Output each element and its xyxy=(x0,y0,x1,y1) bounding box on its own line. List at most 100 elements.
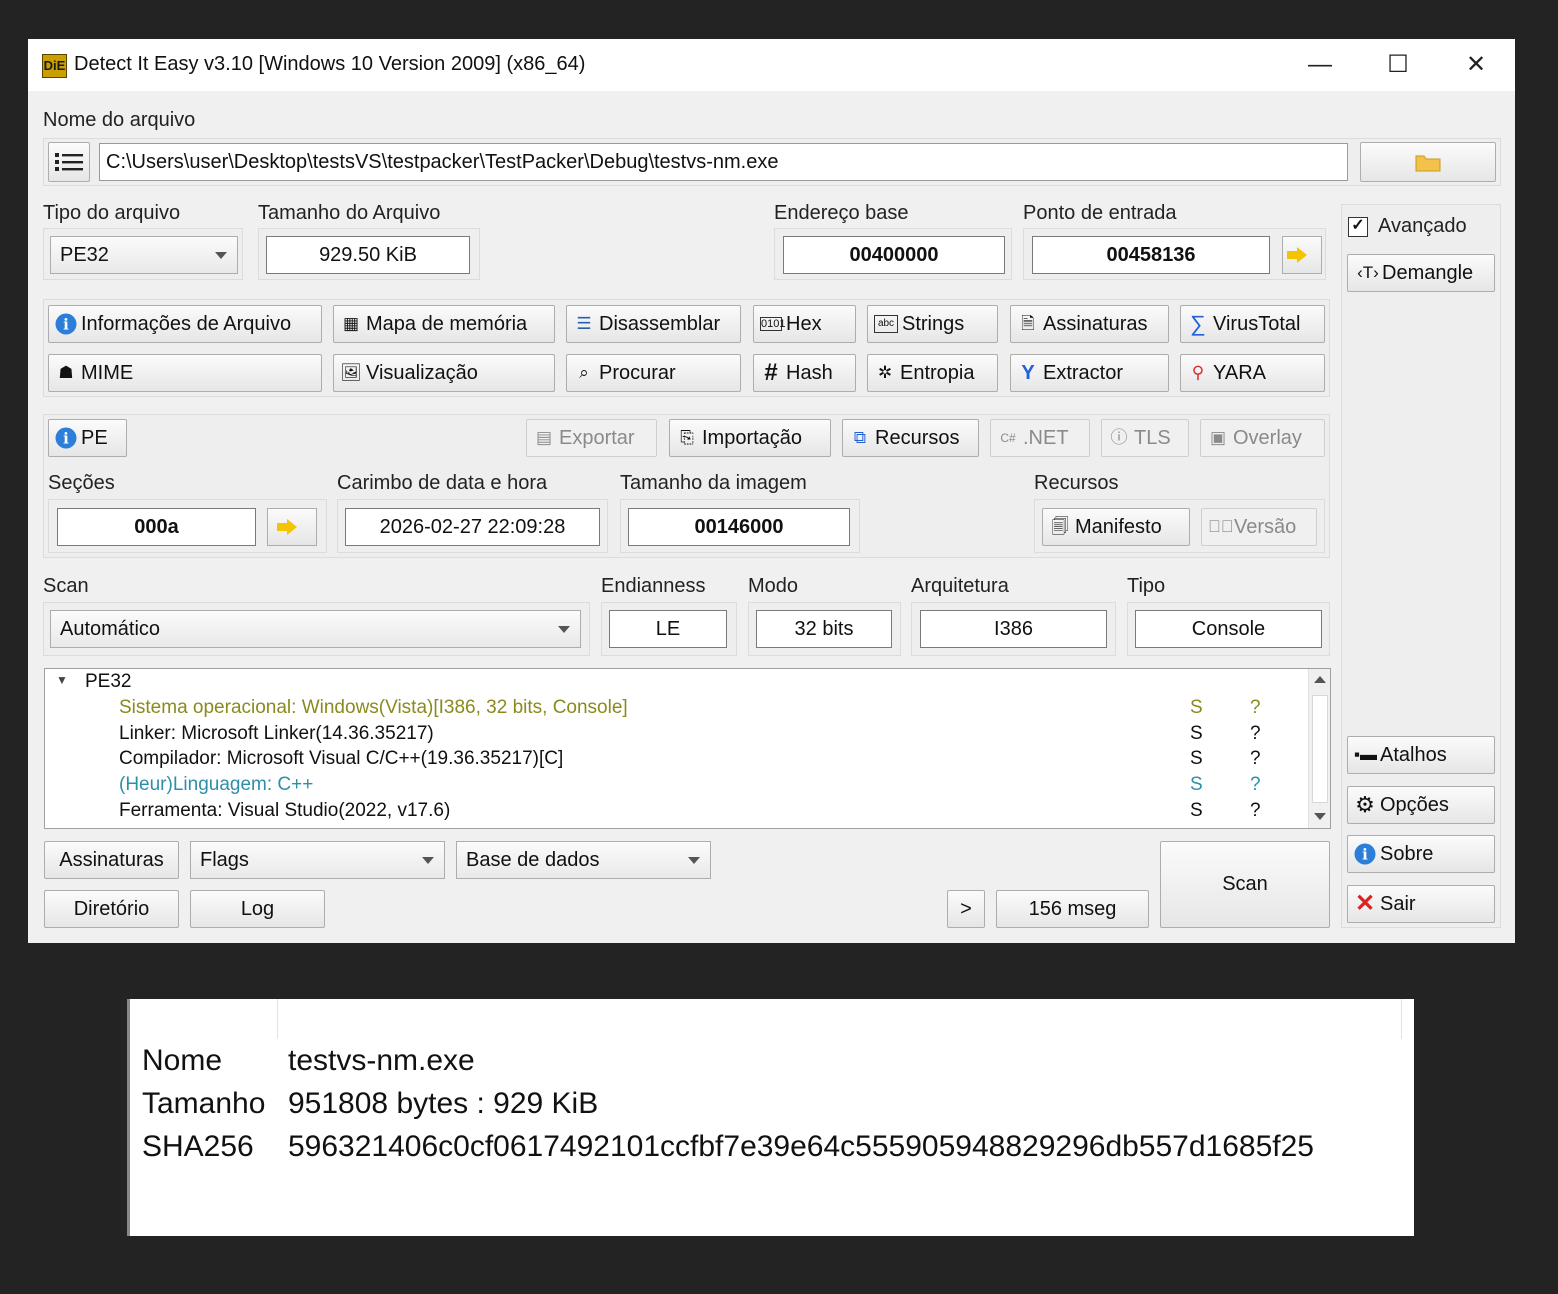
window-title: Detect It Easy v3.10 [Windows 10 Version… xyxy=(74,53,586,75)
extractor-button[interactable]: Y Extractor xyxy=(1010,354,1169,392)
shortcuts-button[interactable]: ▪▬ Atalhos xyxy=(1347,736,1495,774)
sections-goto-button[interactable] xyxy=(267,508,317,546)
search-label: Procurar xyxy=(599,361,676,384)
entry-point-label: Ponto de entrada xyxy=(1023,202,1177,224)
about-button[interactable]: i Sobre xyxy=(1347,835,1495,873)
pe-button[interactable]: i PE xyxy=(48,419,127,457)
scroll-thumb[interactable] xyxy=(1312,695,1328,803)
virustotal-button[interactable]: ∑ VirusTotal xyxy=(1180,305,1325,343)
more-button[interactable]: > xyxy=(947,890,985,928)
image-size-label: Tamanho da imagem xyxy=(620,472,807,494)
signatures-button[interactable]: 🗎 Assinaturas xyxy=(1010,305,1169,343)
manifest-button[interactable]: 🗐 Manifesto xyxy=(1042,508,1190,546)
strings-button[interactable]: abc Strings xyxy=(867,305,998,343)
chevron-down-icon xyxy=(215,252,227,259)
result-row[interactable]: Ferramenta: Visual Studio(2022, v17.6) xyxy=(119,800,450,822)
log-button[interactable]: Log xyxy=(190,890,325,928)
image-size-value: 00146000 xyxy=(628,508,850,546)
minimize-button[interactable]: — xyxy=(1290,45,1350,85)
mime-label: MIME xyxy=(81,361,134,384)
entropy-button[interactable]: ✲ Entropia xyxy=(867,354,998,392)
directory-button[interactable]: Diretório xyxy=(44,890,179,928)
result-signature-flag[interactable]: S xyxy=(1190,748,1203,770)
flags-select[interactable]: Flags xyxy=(190,841,445,879)
file-type-value: PE32 xyxy=(60,243,109,266)
hex-icon: 0101 xyxy=(760,317,786,331)
type-value: Console xyxy=(1135,610,1322,648)
tree-expand-icon[interactable]: ▼ xyxy=(56,673,68,687)
about-label: Sobre xyxy=(1380,842,1434,865)
file-path-input[interactable]: C:\Users\user\Desktop\testsVS\testpacker… xyxy=(99,143,1348,181)
scan-button[interactable]: Scan xyxy=(1160,841,1330,928)
results-scrollbar[interactable] xyxy=(1308,669,1330,828)
result-row[interactable]: (Heur)Linguagem: C++ xyxy=(119,774,313,796)
result-info-flag[interactable]: ? xyxy=(1250,723,1261,745)
export-label: Exportar xyxy=(559,426,635,449)
advanced-checkbox[interactable]: ✓ Avançado xyxy=(1348,215,1467,238)
pe-label: PE xyxy=(81,426,108,449)
result-signature-flag[interactable]: S xyxy=(1190,723,1203,745)
close-button[interactable]: ✕ xyxy=(1446,45,1506,85)
card-size-value: 951808 bytes : 929 KiB xyxy=(288,1087,599,1120)
dotnet-label: .NET xyxy=(1023,426,1069,449)
import-button[interactable]: ⎘ Importação xyxy=(669,419,831,457)
scan-mode-select[interactable]: Automático xyxy=(50,610,581,648)
yara-button[interactable]: ⚲ YARA xyxy=(1180,354,1325,392)
svg-text:i: i xyxy=(63,316,69,334)
virustotal-icon: ∑ xyxy=(1190,311,1206,336)
file-menu-button[interactable] xyxy=(48,142,90,182)
result-signature-flag[interactable]: S xyxy=(1190,774,1203,796)
options-button[interactable]: ⚙ Opções xyxy=(1347,786,1495,824)
strings-icon: abc xyxy=(874,315,898,333)
app-logo-icon: DiE xyxy=(42,54,67,78)
memory-chip-icon: ▦ xyxy=(342,314,360,333)
exit-button[interactable]: ✕ Sair xyxy=(1347,885,1495,923)
resources-button[interactable]: ⧉ Recursos xyxy=(842,419,979,457)
version-label: Versão xyxy=(1234,515,1297,538)
tls-button[interactable]: ⓘ TLS xyxy=(1101,419,1189,457)
card-sha256-value: 596321406c0cf0617492101ccfbf7e39e64c5559… xyxy=(288,1130,1314,1163)
overlay-button[interactable]: ▣ Overlay xyxy=(1200,419,1325,457)
list-icon xyxy=(55,153,83,171)
signatures-bottom-button[interactable]: Assinaturas xyxy=(44,841,179,879)
sections-value: 000a xyxy=(57,508,256,546)
file-type-select[interactable]: PE32 xyxy=(50,236,238,274)
manifest-icon: 🗐 xyxy=(1051,517,1069,536)
result-signature-flag[interactable]: S xyxy=(1190,800,1203,822)
entropy-label: Entropia xyxy=(900,361,975,384)
version-button[interactable]: ✓⃝ Versão xyxy=(1201,508,1317,546)
disassemble-button[interactable]: ☰ Disassemblar xyxy=(566,305,741,343)
result-signature-flag[interactable]: S xyxy=(1190,697,1203,719)
memory-map-button[interactable]: ▦ Mapa de memória xyxy=(333,305,555,343)
result-info-flag[interactable]: ? xyxy=(1250,774,1261,796)
dotnet-button[interactable]: C# .NET xyxy=(990,419,1090,457)
tree-root-pe32[interactable]: PE32 xyxy=(85,671,131,693)
file-info-button[interactable]: i Informações de Arquivo xyxy=(48,305,322,343)
hash-button[interactable]: # Hash xyxy=(753,354,856,392)
demangle-button[interactable]: ‹T› Demangle xyxy=(1347,254,1495,292)
open-file-button[interactable] xyxy=(1360,142,1496,182)
scroll-up-icon[interactable] xyxy=(1314,676,1326,683)
result-row[interactable]: Compilador: Microsoft Visual C/C++(19.36… xyxy=(119,748,563,770)
result-info-flag[interactable]: ? xyxy=(1250,748,1261,770)
manifest-label: Manifesto xyxy=(1075,515,1162,538)
search-button[interactable]: ⌕ Procurar xyxy=(566,354,741,392)
result-info-flag[interactable]: ? xyxy=(1250,697,1261,719)
chevron-down-icon xyxy=(422,857,434,864)
resources-icon: ⧉ xyxy=(853,428,867,447)
results-tree[interactable]: ▼ PE32 Sistema operacional: Windows(Vist… xyxy=(44,668,1331,829)
visualization-button[interactable]: 🖼 Visualização xyxy=(333,354,555,392)
maximize-button[interactable]: ☐ xyxy=(1368,45,1428,85)
hex-button[interactable]: 0101 Hex xyxy=(753,305,856,343)
folder-icon xyxy=(1415,155,1441,172)
database-select[interactable]: Base de dados xyxy=(456,841,711,879)
result-row[interactable]: Linker: Microsoft Linker(14.36.35217) xyxy=(119,723,434,745)
export-button[interactable]: ▤ Exportar xyxy=(526,419,657,457)
yara-icon: ⚲ xyxy=(1191,363,1205,382)
scroll-down-icon[interactable] xyxy=(1314,813,1326,820)
endianness-label: Endianness xyxy=(601,575,706,597)
result-row[interactable]: Sistema operacional: Windows(Vista)[I386… xyxy=(119,697,628,719)
mime-button[interactable]: ☗ MIME xyxy=(48,354,322,392)
entry-point-goto-button[interactable] xyxy=(1282,236,1322,274)
result-info-flag[interactable]: ? xyxy=(1250,800,1261,822)
